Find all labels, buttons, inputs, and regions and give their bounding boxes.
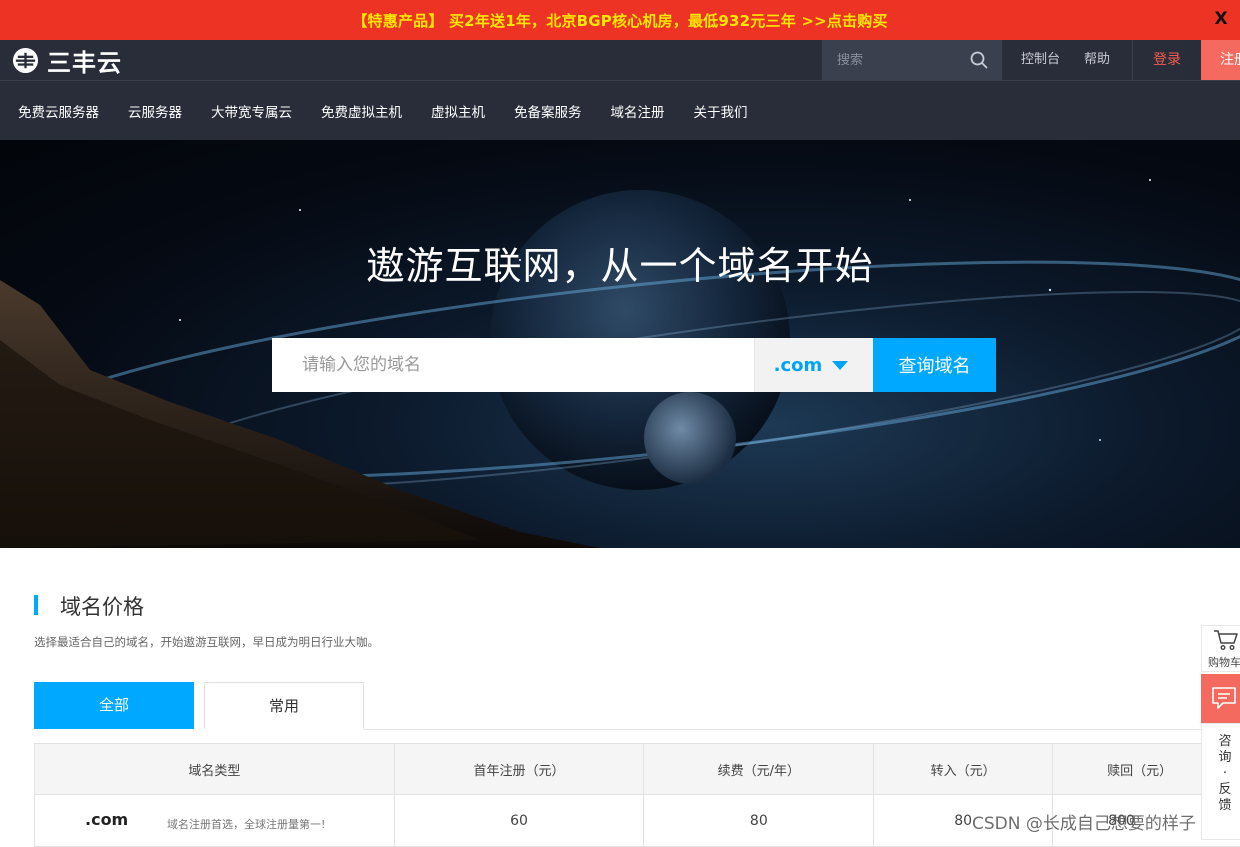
tab-all[interactable]: 全部 [34,682,194,729]
logo-icon [12,47,39,74]
query-domain-button[interactable]: 查询域名 [873,338,996,392]
search-box [822,40,1002,80]
feedback-char: · [1217,766,1233,782]
first-year-price: 60 [394,795,644,847]
table-header-row: 域名类型 首年注册（元） 续费（元/年） 转入（元） 赎回（元） [35,744,1240,795]
nav-item-no-filing[interactable]: 免备案服务 [514,101,582,121]
section-title: 域名价格 [60,591,144,621]
feedback-char: 询 [1217,750,1233,766]
domain-search-input[interactable] [272,338,754,392]
nav-item-free-cloud-server[interactable]: 免费云服务器 [18,101,99,121]
logo-text: 三丰云 [47,43,122,78]
col-header-type: 域名类型 [35,744,395,795]
feedback-char: 咨 [1217,734,1233,750]
login-button[interactable]: 登录 [1133,40,1201,80]
feedback-char: 反 [1217,782,1233,798]
caret-down-icon [832,361,848,370]
console-link[interactable]: 控制台 [1021,40,1060,80]
search-icon[interactable] [970,51,988,69]
section-accent-bar [34,595,38,615]
cart-label: 购物车 [1208,654,1240,670]
side-chat-button[interactable] [1201,674,1240,723]
register-button[interactable]: 注册 [1201,40,1240,80]
hero-title: 遨游互联网，从一个域名开始 [0,235,1240,290]
renew-price: 80 [644,795,874,847]
nav-item-cloud-server[interactable]: 云服务器 [128,101,182,121]
hero-banner: 遨游互联网，从一个域名开始 .com 查询域名 [0,140,1240,548]
tld-dropdown[interactable]: .com [754,338,873,392]
side-feedback-button[interactable]: 咨 询 · 反 馈 [1201,723,1240,840]
chat-icon [1211,686,1237,710]
nav-item-free-virtual-host[interactable]: 免费虚拟主机 [321,101,402,121]
col-header-renew: 续费（元/年） [644,744,874,795]
close-icon[interactable]: X [1210,8,1232,30]
cart-icon [1213,629,1239,651]
tld-cell: .com 域名注册首选，全球注册量第一! [35,795,395,847]
tab-divider [364,729,1240,730]
tld-name: .com [85,810,128,829]
nav-item-domain-register[interactable]: 域名注册 [611,101,665,121]
search-input[interactable] [822,53,962,68]
promo-text[interactable]: 【特惠产品】 买2年送1年，北京BGP核心机房，最低932元三年 >>点击购买 [352,10,887,31]
csdn-watermark: CSDN @长成自己想要的样子 [972,809,1196,834]
logo[interactable]: 三丰云 [12,46,122,74]
feedback-label: 咨 询 · 反 馈 [1217,734,1233,814]
col-header-first-year: 首年注册（元） [394,744,644,795]
feedback-char: 馈 [1217,798,1233,814]
side-cart-button[interactable]: 购物车 [1201,625,1240,672]
promo-banner[interactable]: 【特惠产品】 买2年送1年，北京BGP核心机房，最低932元三年 >>点击购买 … [0,0,1240,40]
help-link[interactable]: 帮助 [1084,40,1110,80]
tld-selected-value: .com [774,355,823,376]
nav-item-virtual-host[interactable]: 虚拟主机 [431,101,485,121]
top-header: 三丰云 控制台 帮助 登录 注册 [0,40,1240,80]
main-nav: 免费云服务器 云服务器 大带宽专属云 免费虚拟主机 虚拟主机 免备案服务 域名注… [0,80,1240,140]
tld-description: 域名注册首选，全球注册量第一! [167,816,325,832]
col-header-transfer: 转入（元） [874,744,1053,795]
nav-item-about-us[interactable]: 关于我们 [694,101,748,121]
section-subtitle: 选择最适合自己的域名，开始遨游互联网，早日成为明日行业大咖。 [34,634,379,650]
nav-item-bandwidth-cloud[interactable]: 大带宽专属云 [211,101,292,121]
tab-common[interactable]: 常用 [204,682,364,729]
